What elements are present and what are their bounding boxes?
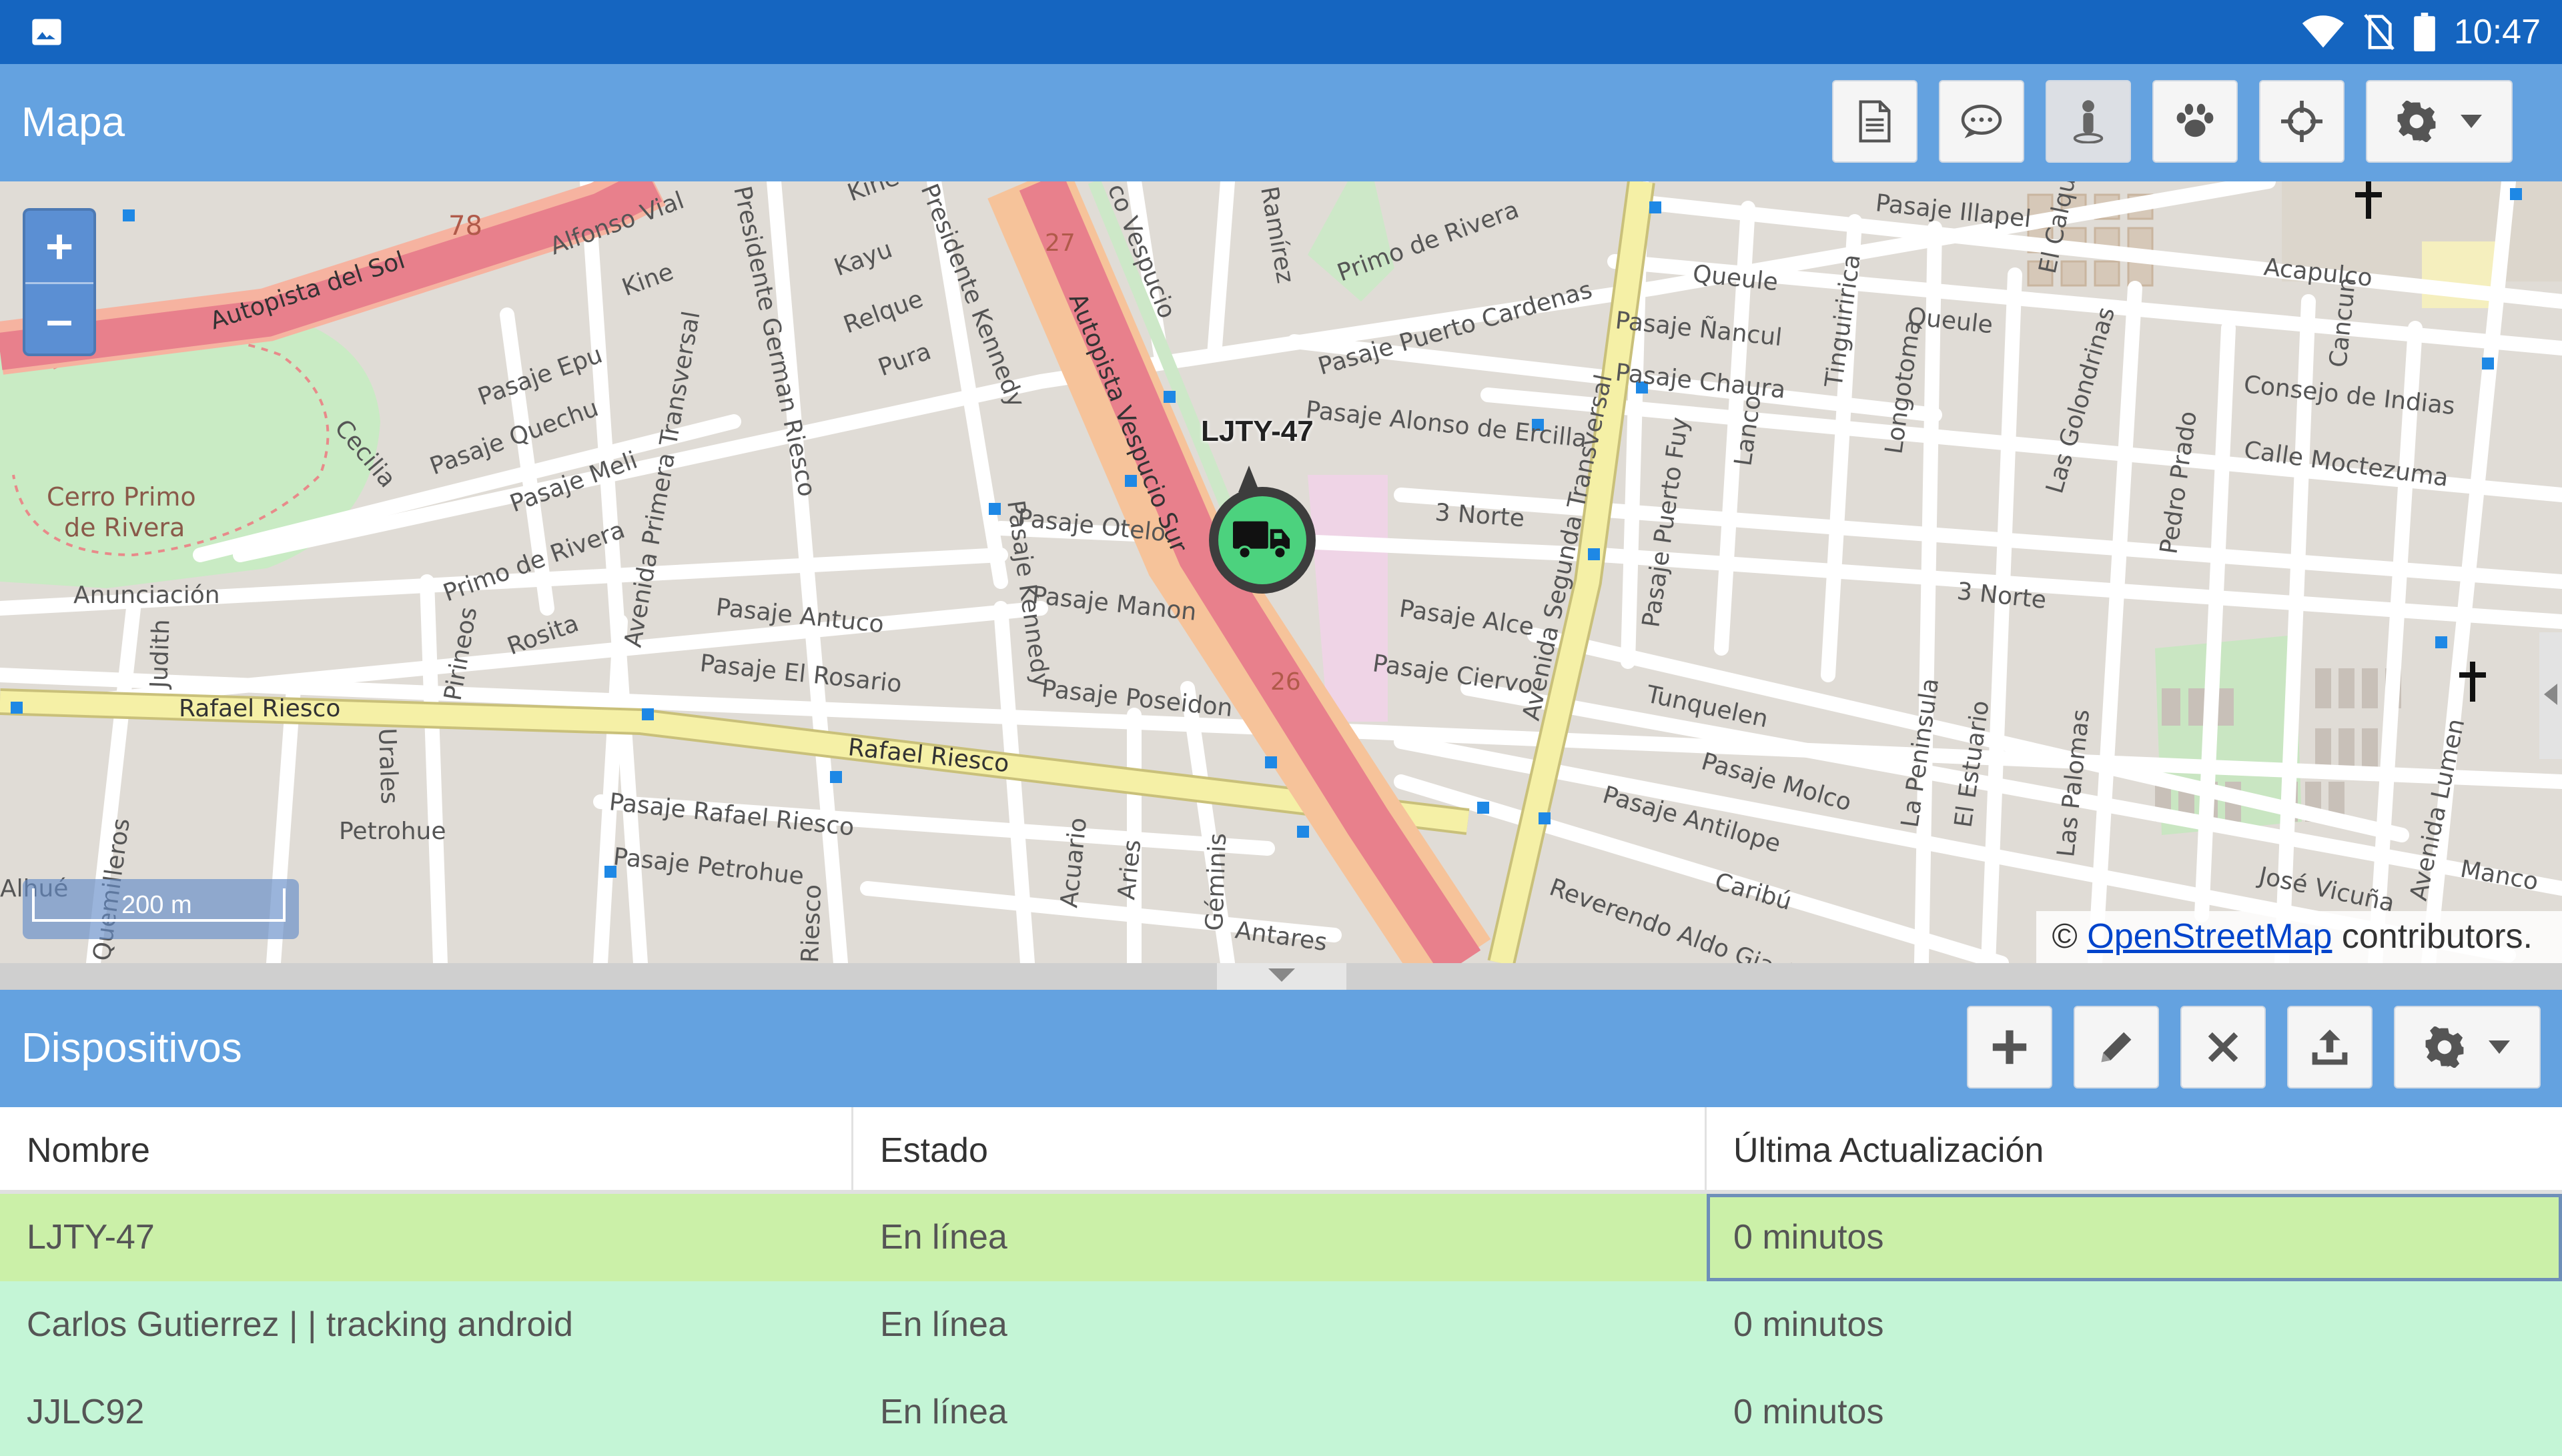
column-header-status[interactable]: Estado — [853, 1107, 1707, 1190]
side-panel-handle[interactable] — [2539, 632, 2562, 759]
map-label: de Rivera — [64, 513, 185, 542]
upload-button[interactable] — [2287, 1006, 2373, 1088]
map-attribution: © OpenStreetMap contributors. — [2036, 911, 2562, 963]
device-marker[interactable] — [1209, 487, 1316, 594]
copyright-symbol: © — [2052, 917, 2078, 956]
map-label: Urales — [373, 728, 403, 804]
table-row[interactable]: JJLC92 En línea 0 minutos — [0, 1369, 2562, 1456]
report-icon — [1856, 100, 1893, 143]
chevron-down-icon — [2488, 1040, 2511, 1054]
upload-icon — [2310, 1028, 2350, 1066]
device-name: Carlos Gutierrez | | tracking android — [27, 1305, 573, 1344]
attribution-suffix: contributors. — [2341, 917, 2533, 956]
zoom-control: + – — [23, 208, 96, 356]
table-header: Nombre Estado Última Actualización — [0, 1107, 2562, 1194]
no-sim-icon — [2363, 13, 2395, 51]
column-header-last-update[interactable]: Última Actualización — [1707, 1107, 2562, 1190]
paw-button[interactable] — [2152, 80, 2238, 163]
device-status: En línea — [880, 1218, 1007, 1257]
device-name: LJTY-47 — [27, 1218, 155, 1257]
map-label: Géminis — [1201, 832, 1232, 931]
image-icon — [29, 15, 64, 49]
remove-device-button[interactable] — [2180, 1006, 2266, 1088]
device-last-update: 0 minutos — [1733, 1305, 1884, 1344]
devices-panel-header: Dispositivos — [0, 990, 2562, 1107]
person-pin-icon — [2072, 99, 2104, 143]
devices-table: Nombre Estado Última Actualización LJTY-… — [0, 1107, 2562, 1456]
map-panel-title: Mapa — [21, 99, 125, 145]
device-last-update: 0 minutos — [1733, 1393, 1884, 1431]
map-label: 27 — [1045, 229, 1076, 257]
marker-label: LJTY-47 — [1201, 415, 1314, 448]
remove-icon — [2207, 1031, 2239, 1063]
map-label: Cerro Primo — [47, 482, 196, 512]
device-last-update: 0 minutos — [1707, 1194, 2562, 1281]
person-pin-button[interactable] — [2046, 80, 2131, 163]
devices-settings-menu-button[interactable] — [2394, 1006, 2541, 1088]
crosshair-icon — [2281, 101, 2322, 142]
device-status: En línea — [880, 1393, 1007, 1431]
edit-device-button[interactable] — [2074, 1006, 2159, 1088]
chevron-down-icon — [1268, 968, 1295, 985]
map-label: Petrohue — [339, 818, 446, 845]
map-label: Judith — [145, 619, 175, 690]
chat-icon — [1960, 103, 2004, 140]
add-device-button[interactable] — [1967, 1006, 2052, 1088]
map-label: 26 — [1270, 668, 1301, 696]
map-settings-menu-button[interactable] — [2366, 80, 2513, 163]
chevron-left-icon — [2544, 683, 2557, 709]
gear-icon — [2396, 101, 2437, 142]
map-label: 78 — [448, 211, 482, 241]
map-label: Riesco — [797, 884, 827, 963]
battery-icon — [2414, 13, 2435, 51]
device-status: En línea — [880, 1305, 1007, 1344]
status-bar: 10:47 — [0, 0, 2562, 64]
panel-splitter[interactable] — [0, 963, 2562, 990]
map-view[interactable]: Autopista del Sol 78 Alfonso Vial Kine K… — [0, 181, 2562, 963]
gear-icon — [2424, 1026, 2465, 1068]
chat-button[interactable] — [1939, 80, 2024, 163]
openstreetmap-link[interactable]: OpenStreetMap — [2087, 917, 2332, 956]
devices-panel-title: Dispositivos — [21, 1025, 242, 1071]
zoom-out-button[interactable]: – — [25, 282, 93, 355]
add-icon — [1991, 1028, 2028, 1066]
table-row[interactable]: Carlos Gutierrez | | tracking android En… — [0, 1281, 2562, 1369]
collapse-handle[interactable] — [1217, 963, 1346, 990]
report-button[interactable] — [1832, 80, 1917, 163]
map-panel-header: Mapa — [0, 64, 2562, 181]
wifi-icon — [2302, 15, 2344, 49]
scale-label: 200 m — [32, 888, 286, 922]
center-location-button[interactable] — [2259, 80, 2344, 163]
zoom-in-button[interactable]: + — [25, 211, 93, 282]
paw-icon — [2174, 102, 2216, 141]
map-label: Rafael Riesco — [179, 695, 340, 722]
truck-icon — [1233, 517, 1292, 564]
column-header-name[interactable]: Nombre — [0, 1107, 853, 1190]
clock: 10:47 — [2453, 13, 2541, 51]
chevron-down-icon — [2460, 115, 2483, 128]
map-label: Anunciación — [73, 582, 220, 609]
scale-bar: 200 m — [23, 879, 299, 939]
device-name: JJLC92 — [27, 1393, 145, 1431]
edit-icon — [2098, 1028, 2135, 1066]
table-row[interactable]: LJTY-47 En línea 0 minutos — [0, 1194, 2562, 1281]
